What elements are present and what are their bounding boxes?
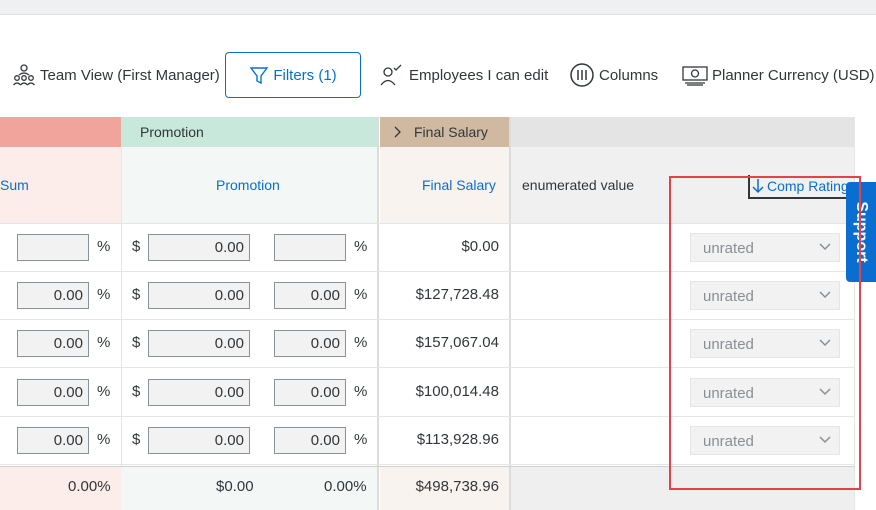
dollar-sign: $ [132,431,141,448]
percent-sign: % [97,383,111,400]
promotion-amount-input[interactable]: 0.00 [148,427,250,454]
promotion-amount-input[interactable]: 0.00 [148,330,250,357]
merit-pct-input[interactable] [17,234,89,261]
employees-edit-label: Employees I can edit [409,66,549,84]
chevron-right-icon[interactable] [392,126,404,138]
other-group-bg [511,117,855,147]
final-salary-value: $157,067.04 [415,334,499,351]
dollar-sign: $ [132,286,141,303]
dollar-sign: $ [132,238,141,255]
final-salary-group-label: Final Salary [414,124,488,140]
team-view-label: Team View (First Manager) [40,66,220,84]
total-promotion-amount: $0.00 [216,478,254,495]
final-salary-value: $0.00 [461,238,499,255]
percent-sign: % [354,238,368,255]
percent-sign: % [354,334,368,351]
filters-button[interactable]: Filters (1) [225,52,361,98]
promotion-pct-input[interactable]: 0.00 [274,379,346,406]
planner-currency-button[interactable]: Planner Currency (USD) [682,52,875,98]
team-icon [13,64,35,86]
merit-pct-input[interactable]: 0.00 [17,379,89,406]
columns-icon [570,63,594,87]
promotion-group-label: Promotion [140,124,204,140]
toolbar: Team View (First Manager) Filters (1) Em… [0,52,876,100]
percent-sign: % [354,383,368,400]
final-salary-group[interactable]: Final Salary [392,117,488,147]
sum-column-header[interactable]: Sum [0,147,29,223]
top-bar [0,0,876,15]
promotion-amount-input[interactable]: 0.00 [148,379,250,406]
merit-pct-input[interactable]: 0.00 [17,427,89,454]
sum-group-header [0,117,121,147]
filter-icon [249,67,269,85]
final-salary-value: $127,728.48 [415,286,499,303]
columns-button[interactable]: Columns [569,52,658,98]
percent-sign: % [354,286,368,303]
final-salary-value: $100,014.48 [415,383,499,400]
promotion-amount-input[interactable]: 0.00 [148,234,250,261]
percent-sign: % [354,431,368,448]
promotion-pct-input[interactable]: 0.00 [274,330,346,357]
planner-currency-label: Planner Currency (USD) [712,66,875,84]
filters-label: Filters (1) [273,66,337,84]
promotion-pct-input[interactable]: 0.00 [274,427,346,454]
percent-sign: % [97,238,111,255]
total-merit-pct: 0.00% [68,478,111,495]
dollar-sign: $ [132,383,141,400]
person-check-icon [380,64,402,86]
promotion-pct-input[interactable]: 0.00 [274,282,346,309]
final-salary-value: $113,928.96 [416,431,499,448]
merit-pct-input[interactable]: 0.00 [17,330,89,357]
percent-sign: % [97,431,111,448]
promotion-amount-input[interactable]: 0.00 [148,282,250,309]
final-salary-column-header[interactable]: Final Salary [422,147,496,223]
team-view-button[interactable]: Team View (First Manager) [12,52,220,98]
employees-edit-button[interactable]: Employees I can edit [379,52,548,98]
dollar-sign: $ [132,334,141,351]
percent-sign: % [97,286,111,303]
merit-pct-input[interactable]: 0.00 [17,282,89,309]
promotion-column-header[interactable]: Promotion [216,147,280,223]
total-final-salary: $498,738.96 [415,478,499,495]
percent-sign: % [97,334,111,351]
promotion-pct-input[interactable] [274,234,346,261]
total-promotion-pct: 0.00% [324,478,367,495]
columns-label: Columns [599,66,659,84]
enumerated-value-header: enumerated value [522,177,635,193]
highlight-box [669,176,861,490]
currency-icon [682,66,708,86]
